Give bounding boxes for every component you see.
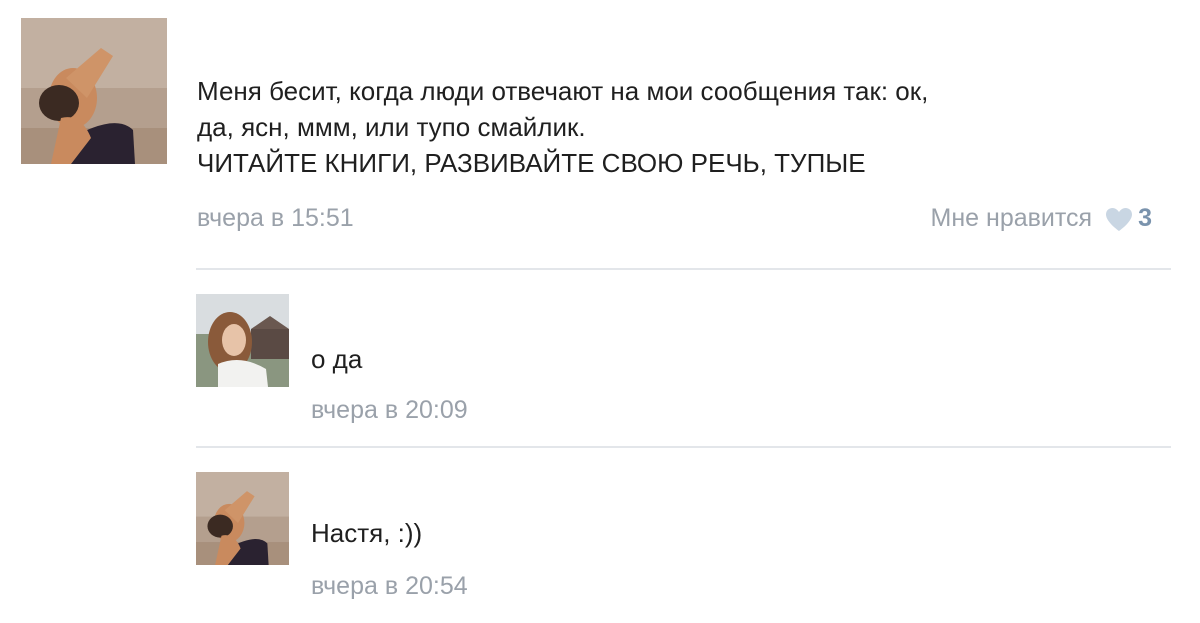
reply-timestamp[interactable]: вчера в 20:54 xyxy=(311,572,468,601)
divider xyxy=(196,446,1171,448)
reply-text: о да xyxy=(311,344,363,374)
wall-post: Меня бесит, когда люди отвечают на мои с… xyxy=(0,0,1200,623)
like-button[interactable]: Мне нравится 3 xyxy=(931,204,1152,233)
reply-timestamp[interactable]: вчера в 20:09 xyxy=(311,396,468,425)
post-text-line: Меня бесит, когда люди отвечают на мои с… xyxy=(197,76,929,106)
post-text-line: да, ясн, ммм, или тупо смайлик. xyxy=(197,112,586,142)
like-label: Мне нравится xyxy=(930,204,1093,232)
reply-text: Настя, :)) xyxy=(311,518,423,548)
post-timestamp[interactable]: вчера в 15:51 xyxy=(197,204,354,233)
reply-avatar[interactable] xyxy=(196,472,289,565)
author-avatar[interactable] xyxy=(21,18,167,164)
heart-icon xyxy=(1104,206,1134,232)
avatar-photo xyxy=(196,472,289,565)
avatar-photo xyxy=(21,18,167,164)
post-text-line: ЧИТАЙТЕ КНИГИ, РАЗВИВАЙТЕ СВОЮ РЕЧЬ, ТУП… xyxy=(197,148,866,178)
post-text: Меня бесит, когда люди отвечают на мои с… xyxy=(197,73,1137,181)
reply-avatar[interactable] xyxy=(196,294,289,387)
avatar-photo xyxy=(196,294,289,387)
divider xyxy=(196,268,1171,270)
like-count: 3 xyxy=(1138,204,1152,232)
